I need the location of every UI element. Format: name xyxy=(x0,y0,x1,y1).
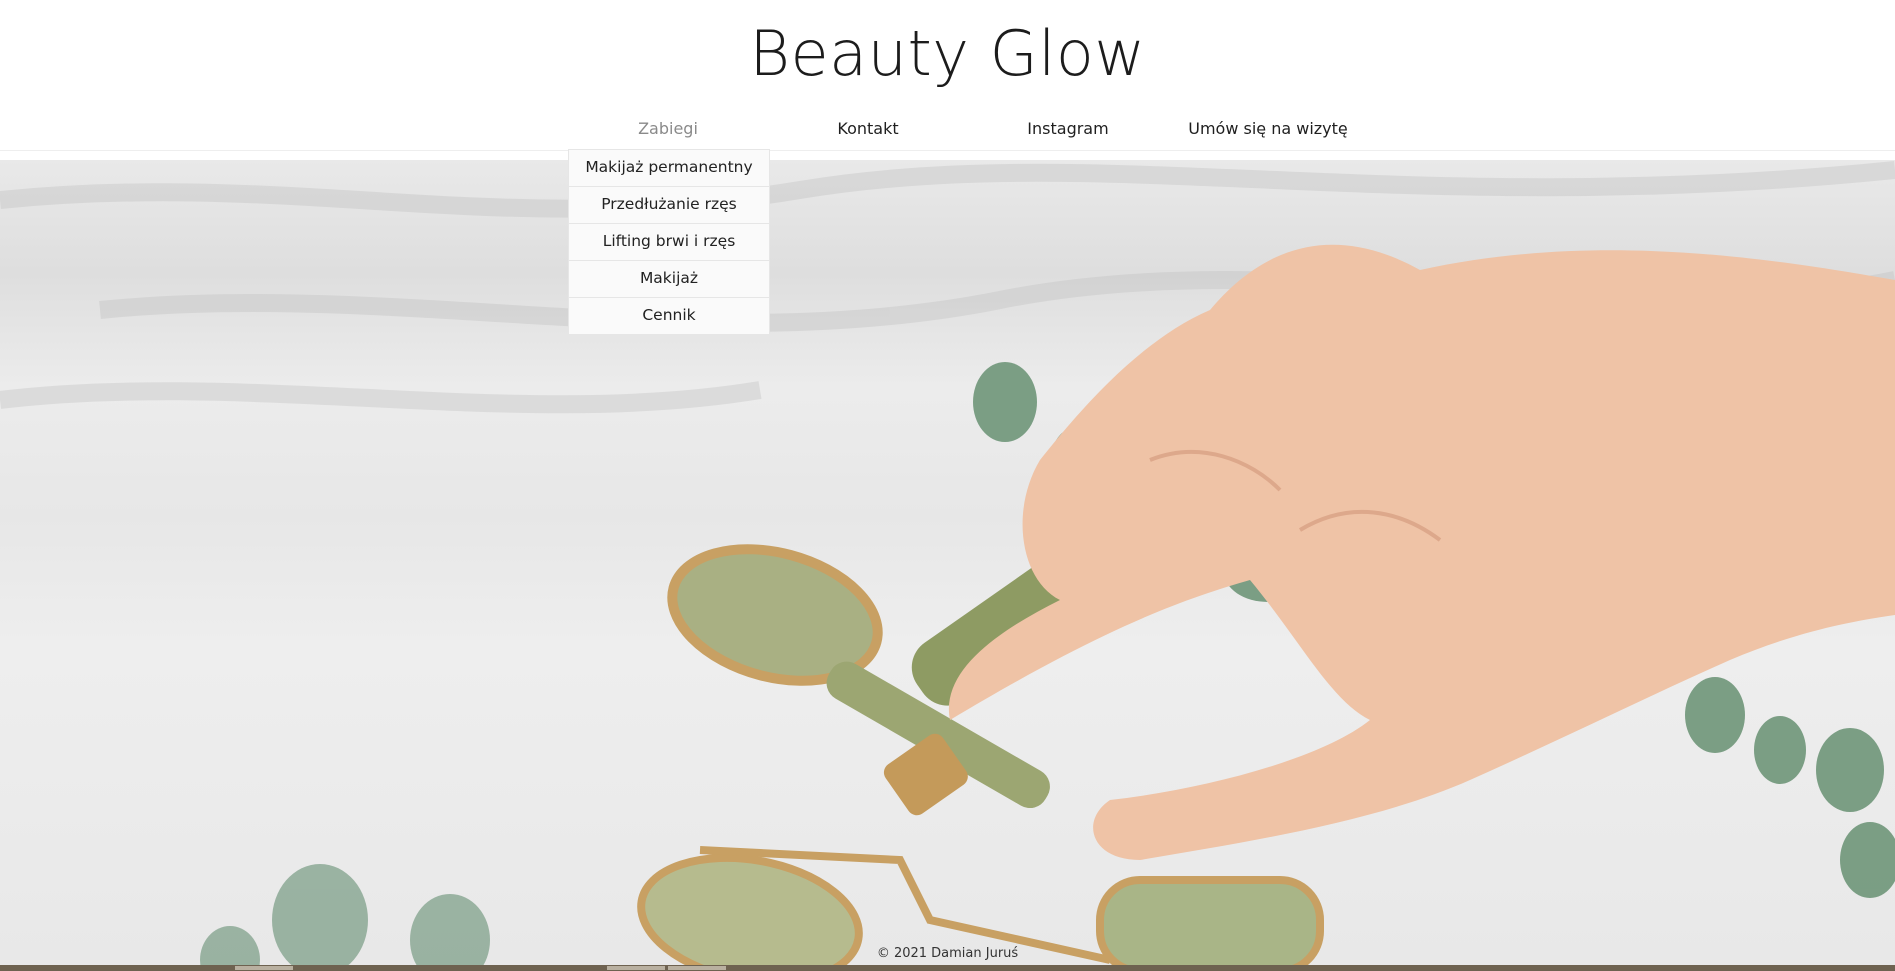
dropdown-item-price-list[interactable]: Cennik xyxy=(569,298,769,334)
strip-marker xyxy=(668,966,726,970)
main-nav: Zabiegi Kontakt Instagram Umów się na wi… xyxy=(0,110,1895,151)
dropdown-item-permanent-makeup[interactable]: Makijaż permanentny xyxy=(569,150,769,187)
dropdown-item-eyelash-extensions[interactable]: Przedłużanie rzęs xyxy=(569,187,769,224)
nav-item-kontakt[interactable]: Kontakt xyxy=(768,118,968,140)
dropdown-item-makeup[interactable]: Makijaż xyxy=(569,261,769,298)
nav-item-book-visit[interactable]: Umów się na wizytę xyxy=(1168,118,1368,140)
dropdown-item-brow-lash-lifting[interactable]: Lifting brwi i rzęs xyxy=(569,224,769,261)
zabiegi-dropdown-menu: Makijaż permanentny Przedłużanie rzęs Li… xyxy=(568,149,770,335)
site-title[interactable]: Beauty Glow xyxy=(0,14,1895,94)
nav-item-zabiegi[interactable]: Zabiegi xyxy=(568,118,768,140)
strip-marker xyxy=(235,966,293,970)
strip-marker xyxy=(607,966,665,970)
hero-image xyxy=(0,160,1895,971)
page: Beauty Glow Zabiegi Kontakt Instagram Um… xyxy=(0,0,1895,971)
site-header: Beauty Glow Zabiegi Kontakt Instagram Um… xyxy=(0,0,1895,151)
hero-illustration xyxy=(0,161,1895,971)
nav-item-instagram[interactable]: Instagram xyxy=(968,118,1168,140)
footer-copyright: © 2021 Damian Juruś xyxy=(876,946,1019,961)
